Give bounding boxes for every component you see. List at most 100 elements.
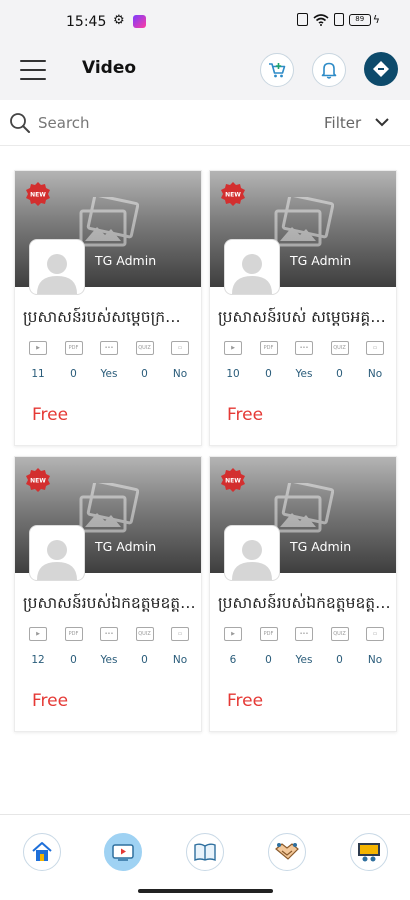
stat-quiz: QUIZ 0 bbox=[325, 627, 355, 666]
author-name: TG Admin bbox=[290, 253, 352, 268]
stat-chat: ••• Yes bbox=[94, 341, 124, 380]
user-icon bbox=[232, 540, 272, 580]
nav-books[interactable] bbox=[186, 833, 224, 871]
book-icon bbox=[194, 843, 216, 862]
video-title: ប្រសាសន៍របស់ឯកឧត្តមឧត្តមសេនីយ៍ bbox=[23, 594, 197, 612]
video-icon: ▶ bbox=[29, 341, 47, 355]
search-icon bbox=[10, 113, 30, 133]
stat-chat: ••• Yes bbox=[289, 341, 319, 380]
nav-video[interactable] bbox=[104, 833, 142, 871]
price-label: Free bbox=[227, 405, 264, 425]
home-icon bbox=[32, 842, 52, 861]
video-stats: ▶ 10 PDF 0 ••• Yes QUIZ 0 ▭ No bbox=[218, 341, 390, 380]
gear-icon: ⚙ bbox=[113, 13, 125, 28]
chat-icon: ••• bbox=[295, 627, 313, 641]
video-grid: NEW TG Admin ប្រសាសន៍របស់សម្តេចក្រឡាហោម … bbox=[0, 146, 410, 814]
nfc-icon bbox=[296, 13, 308, 26]
user-icon bbox=[37, 254, 77, 294]
nav-home[interactable] bbox=[23, 833, 61, 871]
status-time: 15:45 bbox=[66, 14, 107, 30]
video-card[interactable]: NEW TG Admin ប្រសាសន៍របស់ សម្តេចអគ្គមហា … bbox=[209, 170, 397, 446]
stat-quiz: QUIZ 0 bbox=[325, 341, 355, 380]
stat-videos: ▶ 12 bbox=[23, 627, 53, 666]
stat-certificate: ▭ No bbox=[165, 627, 195, 666]
certificate-icon: ▭ bbox=[366, 627, 384, 641]
app-notification-icon bbox=[133, 15, 146, 28]
certificate-icon: ▭ bbox=[366, 341, 384, 355]
stat-videos: ▶ 6 bbox=[218, 627, 248, 666]
avatar bbox=[224, 239, 280, 295]
video-card[interactable]: NEW TG Admin ប្រសាសន៍របស់ឯកឧត្តមឧត្តមសេន… bbox=[209, 456, 397, 732]
user-icon bbox=[37, 540, 77, 580]
charging-icon: ϟ bbox=[372, 13, 380, 26]
author-name: TG Admin bbox=[290, 539, 352, 554]
pdf-icon: PDF bbox=[259, 627, 278, 641]
stat-pdf: PDF 0 bbox=[254, 627, 284, 666]
nav-partners[interactable] bbox=[268, 833, 306, 871]
svg-text:NEW: NEW bbox=[225, 478, 241, 485]
stat-pdf: PDF 0 bbox=[254, 341, 284, 380]
video-stats: ▶ 12 PDF 0 ••• Yes QUIZ 0 ▭ No bbox=[23, 627, 195, 666]
price-label: Free bbox=[227, 691, 264, 711]
certificate-icon: ▭ bbox=[171, 627, 189, 641]
image-placeholder-icon bbox=[274, 483, 334, 533]
search-bar: Filter bbox=[0, 100, 410, 146]
price-label: Free bbox=[32, 691, 69, 711]
chat-icon: ••• bbox=[100, 627, 118, 641]
chevron-down-icon[interactable] bbox=[374, 115, 390, 129]
stat-quiz: QUIZ 0 bbox=[130, 627, 160, 666]
video-card[interactable]: NEW TG Admin ប្រសាសន៍របស់សម្តេចក្រឡាហោម … bbox=[14, 170, 202, 446]
cart-icon bbox=[269, 63, 286, 78]
stat-chat: ••• Yes bbox=[289, 627, 319, 666]
chat-icon: ••• bbox=[295, 341, 313, 355]
new-badge-icon: NEW bbox=[26, 182, 50, 206]
quiz-icon: QUIZ bbox=[135, 627, 154, 641]
chat-icon: ••• bbox=[100, 341, 118, 355]
battery-icon: 89 ϟ bbox=[348, 13, 380, 26]
image-placeholder-icon bbox=[79, 197, 139, 247]
certificate-icon: ▭ bbox=[171, 341, 189, 355]
user-icon bbox=[232, 254, 272, 294]
filter-button[interactable]: Filter bbox=[324, 114, 361, 132]
avatar bbox=[29, 239, 85, 295]
stat-videos: ▶ 11 bbox=[23, 341, 53, 380]
nav-classroom[interactable] bbox=[350, 833, 388, 871]
price-label: Free bbox=[32, 405, 69, 425]
pdf-icon: PDF bbox=[259, 341, 278, 355]
video-card[interactable]: NEW TG Admin ប្រសាសន៍របស់ឯកឧត្តមឧត្តមសេន… bbox=[14, 456, 202, 732]
pdf-icon: PDF bbox=[64, 341, 83, 355]
menu-icon[interactable] bbox=[20, 60, 46, 80]
cart-button[interactable] bbox=[260, 53, 294, 87]
new-badge-icon: NEW bbox=[26, 468, 50, 492]
status-bar: 15:45 ⚙ 89 ϟ bbox=[0, 0, 410, 44]
sim-icon bbox=[333, 13, 344, 26]
page-title: Video bbox=[82, 58, 137, 78]
video-stats: ▶ 6 PDF 0 ••• Yes QUIZ 0 ▭ No bbox=[218, 627, 390, 666]
video-title: ប្រសាសន៍របស់ សម្តេចអគ្គមហា bbox=[218, 308, 392, 326]
status-icons: 89 ϟ bbox=[296, 13, 380, 26]
handshake-icon bbox=[275, 843, 299, 860]
video-title: ប្រសាសន៍របស់សម្តេចក្រឡាហោម bbox=[23, 308, 197, 326]
avatar bbox=[224, 525, 280, 581]
chat-icon bbox=[373, 61, 389, 77]
quiz-icon: QUIZ bbox=[330, 341, 349, 355]
battery-level: 89 bbox=[348, 13, 371, 26]
video-icon: ▶ bbox=[29, 627, 47, 641]
video-stats: ▶ 11 PDF 0 ••• Yes QUIZ 0 ▭ No bbox=[23, 341, 195, 380]
new-badge-icon: NEW bbox=[221, 182, 245, 206]
notification-button[interactable] bbox=[312, 53, 346, 87]
chat-button[interactable] bbox=[364, 52, 398, 86]
new-badge-icon: NEW bbox=[221, 468, 245, 492]
author-name: TG Admin bbox=[95, 539, 157, 554]
svg-text:NEW: NEW bbox=[225, 192, 241, 199]
video-icon bbox=[112, 844, 134, 861]
bell-icon bbox=[321, 62, 337, 79]
author-name: TG Admin bbox=[95, 253, 157, 268]
home-indicator[interactable] bbox=[138, 889, 273, 893]
search-input[interactable] bbox=[38, 111, 288, 135]
svg-text:NEW: NEW bbox=[30, 192, 46, 199]
video-icon: ▶ bbox=[224, 341, 242, 355]
svg-text:NEW: NEW bbox=[30, 478, 46, 485]
stat-chat: ••• Yes bbox=[94, 627, 124, 666]
stat-pdf: PDF 0 bbox=[59, 627, 89, 666]
